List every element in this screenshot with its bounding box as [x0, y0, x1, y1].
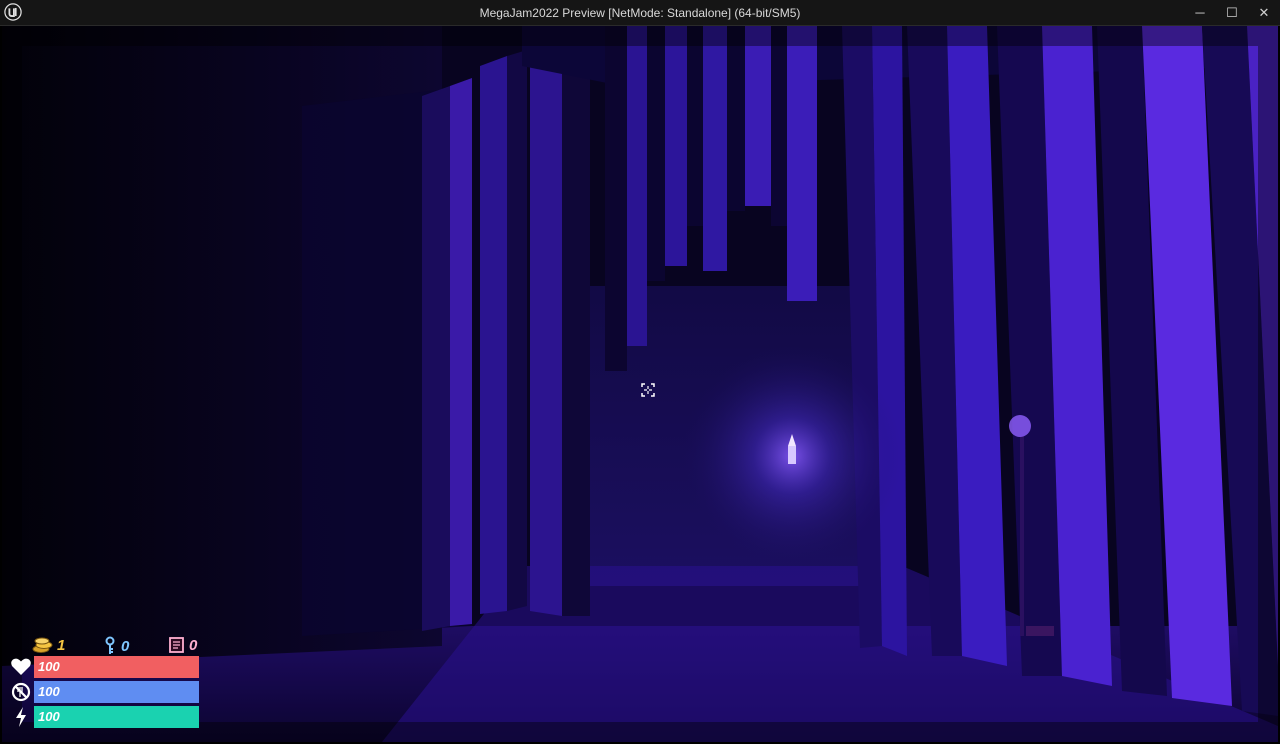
crosshair-icon — [641, 383, 655, 397]
maximize-button[interactable]: ☐ — [1216, 0, 1248, 25]
window-controls: ─ ☐ ✕ — [1184, 0, 1280, 25]
close-button[interactable]: ✕ — [1248, 0, 1280, 25]
minimize-button[interactable]: ─ — [1184, 0, 1216, 25]
window-titlebar: MegaJam2022 Preview [NetMode: Standalone… — [0, 0, 1280, 26]
game-viewport[interactable]: 1 0 0 100 100 100 — [2, 26, 1278, 742]
unreal-engine-logo-icon — [4, 3, 22, 21]
window-title: MegaJam2022 Preview [NetMode: Standalone… — [479, 5, 801, 20]
